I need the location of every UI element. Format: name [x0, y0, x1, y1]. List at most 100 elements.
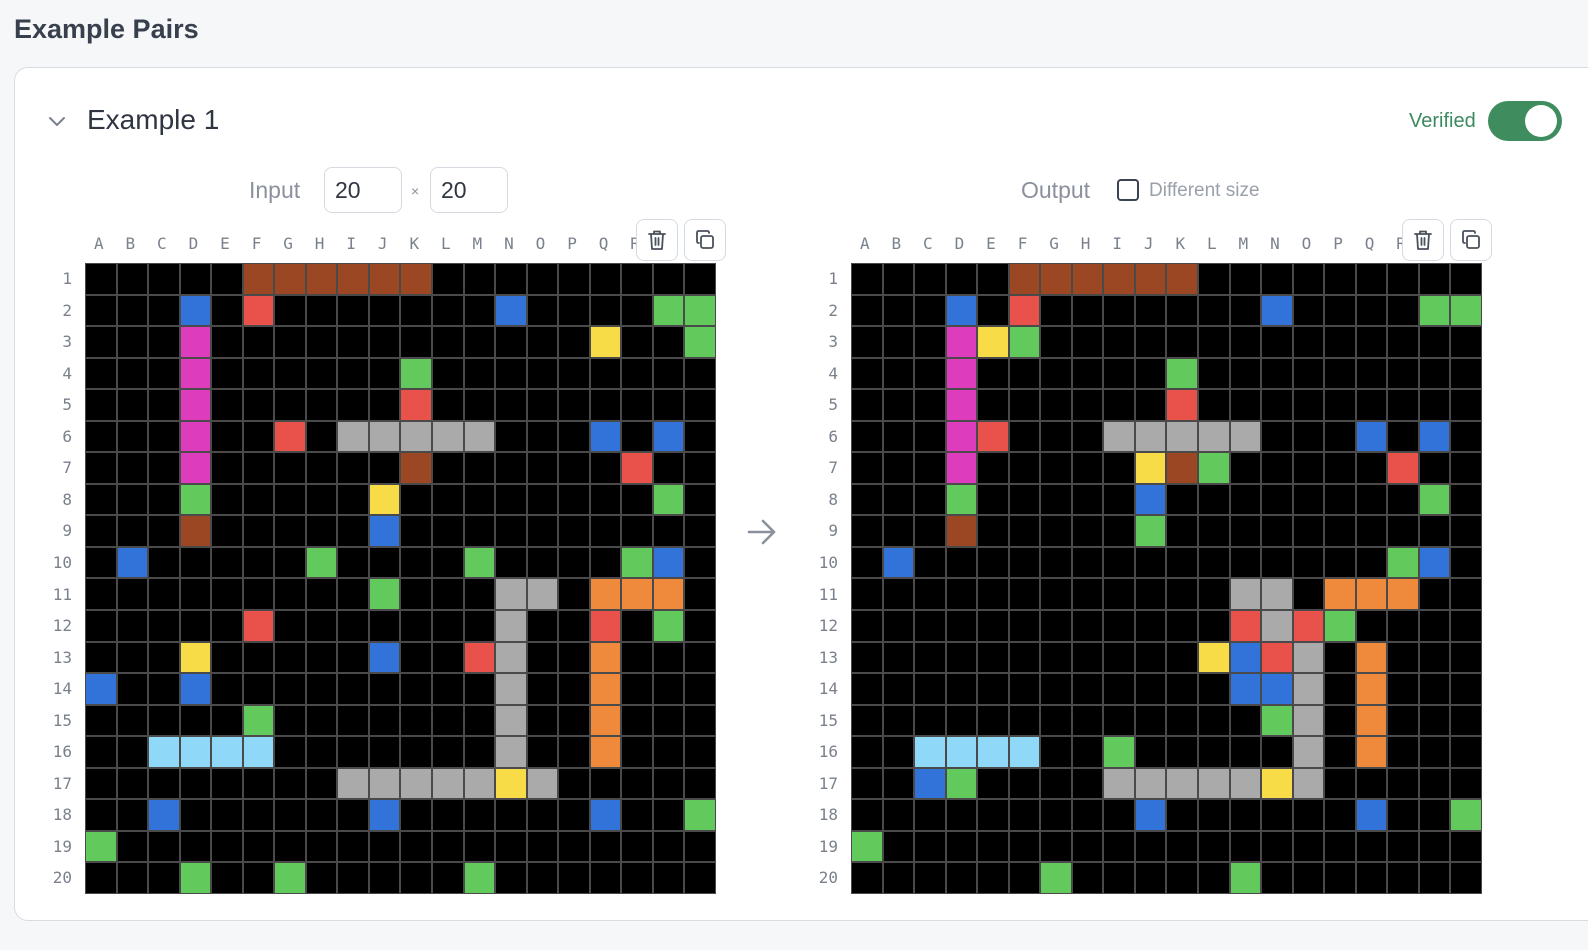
grid-cell[interactable] — [622, 579, 652, 610]
grid-cell[interactable] — [433, 547, 463, 578]
grid-cell[interactable] — [685, 768, 715, 799]
grid-cell[interactable] — [1451, 421, 1481, 452]
grid-cell[interactable] — [1009, 295, 1040, 326]
grid-cell[interactable] — [401, 327, 432, 357]
grid-cell[interactable] — [685, 674, 715, 704]
grid-cell[interactable] — [149, 390, 179, 420]
grid-cell[interactable] — [275, 264, 305, 294]
grid-cell[interactable] — [433, 642, 463, 673]
grid-cell[interactable] — [1009, 327, 1040, 357]
grid-cell[interactable] — [1199, 863, 1229, 893]
grid-cell[interactable] — [1230, 737, 1261, 767]
grid-cell[interactable] — [86, 705, 116, 736]
grid-cell[interactable] — [1325, 295, 1355, 326]
grid-cell[interactable] — [622, 674, 652, 704]
grid-cell[interactable] — [1262, 674, 1292, 704]
grid-cell[interactable] — [401, 547, 432, 578]
grid-cell[interactable] — [1262, 264, 1292, 294]
grid-cell[interactable] — [338, 579, 368, 610]
grid-cell[interactable] — [1135, 737, 1166, 767]
grid-cell[interactable] — [653, 484, 684, 515]
grid-cell[interactable] — [653, 516, 684, 546]
grid-cell[interactable] — [622, 484, 652, 515]
grid-cell[interactable] — [883, 390, 914, 420]
grid-cell[interactable] — [1072, 579, 1103, 610]
grid-cell[interactable] — [946, 453, 977, 483]
grid-cell[interactable] — [883, 484, 914, 515]
grid-cell[interactable] — [212, 642, 242, 673]
grid-cell[interactable] — [852, 453, 882, 483]
grid-cell[interactable] — [149, 547, 179, 578]
grid-cell[interactable] — [369, 516, 400, 546]
grid-cell[interactable] — [369, 453, 400, 483]
grid-cell[interactable] — [243, 547, 274, 578]
grid-cell[interactable] — [1419, 674, 1450, 704]
grid-cell[interactable] — [401, 768, 432, 799]
grid-cell[interactable] — [1135, 674, 1166, 704]
grid-cell[interactable] — [685, 863, 715, 893]
grid-cell[interactable] — [978, 674, 1008, 704]
grid-cell[interactable] — [1262, 611, 1292, 641]
grid-cell[interactable] — [1167, 453, 1198, 483]
grid-cell[interactable] — [86, 863, 116, 893]
grid-cell[interactable] — [852, 768, 882, 799]
grid-cell[interactable] — [1104, 484, 1134, 515]
grid-cell[interactable] — [369, 737, 400, 767]
grid-cell[interactable] — [180, 768, 211, 799]
grid-cell[interactable] — [915, 674, 945, 704]
grid-cell[interactable] — [622, 421, 652, 452]
grid-cell[interactable] — [149, 800, 179, 830]
grid-cell[interactable] — [1072, 358, 1103, 389]
grid-cell[interactable] — [946, 264, 977, 294]
grid-cell[interactable] — [1041, 390, 1071, 420]
grid-cell[interactable] — [496, 421, 526, 452]
grid-cell[interactable] — [306, 358, 337, 389]
grid-cell[interactable] — [433, 516, 463, 546]
grid-cell[interactable] — [86, 611, 116, 641]
grid-cell[interactable] — [1325, 358, 1355, 389]
grid-cell[interactable] — [946, 327, 977, 357]
grid-cell[interactable] — [852, 390, 882, 420]
grid-cell[interactable] — [1262, 295, 1292, 326]
grid-cell[interactable] — [1419, 264, 1450, 294]
grid-cell[interactable] — [243, 831, 274, 862]
grid-cell[interactable] — [369, 863, 400, 893]
grid-cell[interactable] — [653, 547, 684, 578]
grid-cell[interactable] — [1199, 737, 1229, 767]
grid-cell[interactable] — [622, 295, 652, 326]
grid-cell[interactable] — [243, 295, 274, 326]
grid-cell[interactable] — [978, 611, 1008, 641]
grid-cell[interactable] — [622, 737, 652, 767]
grid-cell[interactable] — [401, 831, 432, 862]
grid-cell[interactable] — [622, 800, 652, 830]
grid-cell[interactable] — [212, 705, 242, 736]
grid-cell[interactable] — [496, 705, 526, 736]
grid-cell[interactable] — [622, 327, 652, 357]
grid-cell[interactable] — [1135, 516, 1166, 546]
grid-cell[interactable] — [117, 863, 148, 893]
grid-cell[interactable] — [338, 831, 368, 862]
grid-cell[interactable] — [852, 421, 882, 452]
grid-cell[interactable] — [1293, 295, 1324, 326]
grid-cell[interactable] — [883, 516, 914, 546]
grid-cell[interactable] — [1199, 484, 1229, 515]
grid-cell[interactable] — [1419, 327, 1450, 357]
grid-cell[interactable] — [590, 453, 621, 483]
grid-cell[interactable] — [1041, 516, 1071, 546]
grid-cell[interactable] — [1325, 390, 1355, 420]
grid-cell[interactable] — [1293, 579, 1324, 610]
grid-cell[interactable] — [1167, 358, 1198, 389]
grid-cell[interactable] — [852, 800, 882, 830]
grid-cell[interactable] — [1072, 264, 1103, 294]
grid-cell[interactable] — [590, 327, 621, 357]
grid-cell[interactable] — [180, 421, 211, 452]
grid-cell[interactable] — [433, 453, 463, 483]
grid-cell[interactable] — [401, 674, 432, 704]
grid-cell[interactable] — [1325, 327, 1355, 357]
grid-cell[interactable] — [559, 453, 589, 483]
grid-cell[interactable] — [212, 421, 242, 452]
grid-cell[interactable] — [685, 421, 715, 452]
grid-cell[interactable] — [915, 611, 945, 641]
grid-cell[interactable] — [1041, 579, 1071, 610]
grid-cell[interactable] — [433, 611, 463, 641]
